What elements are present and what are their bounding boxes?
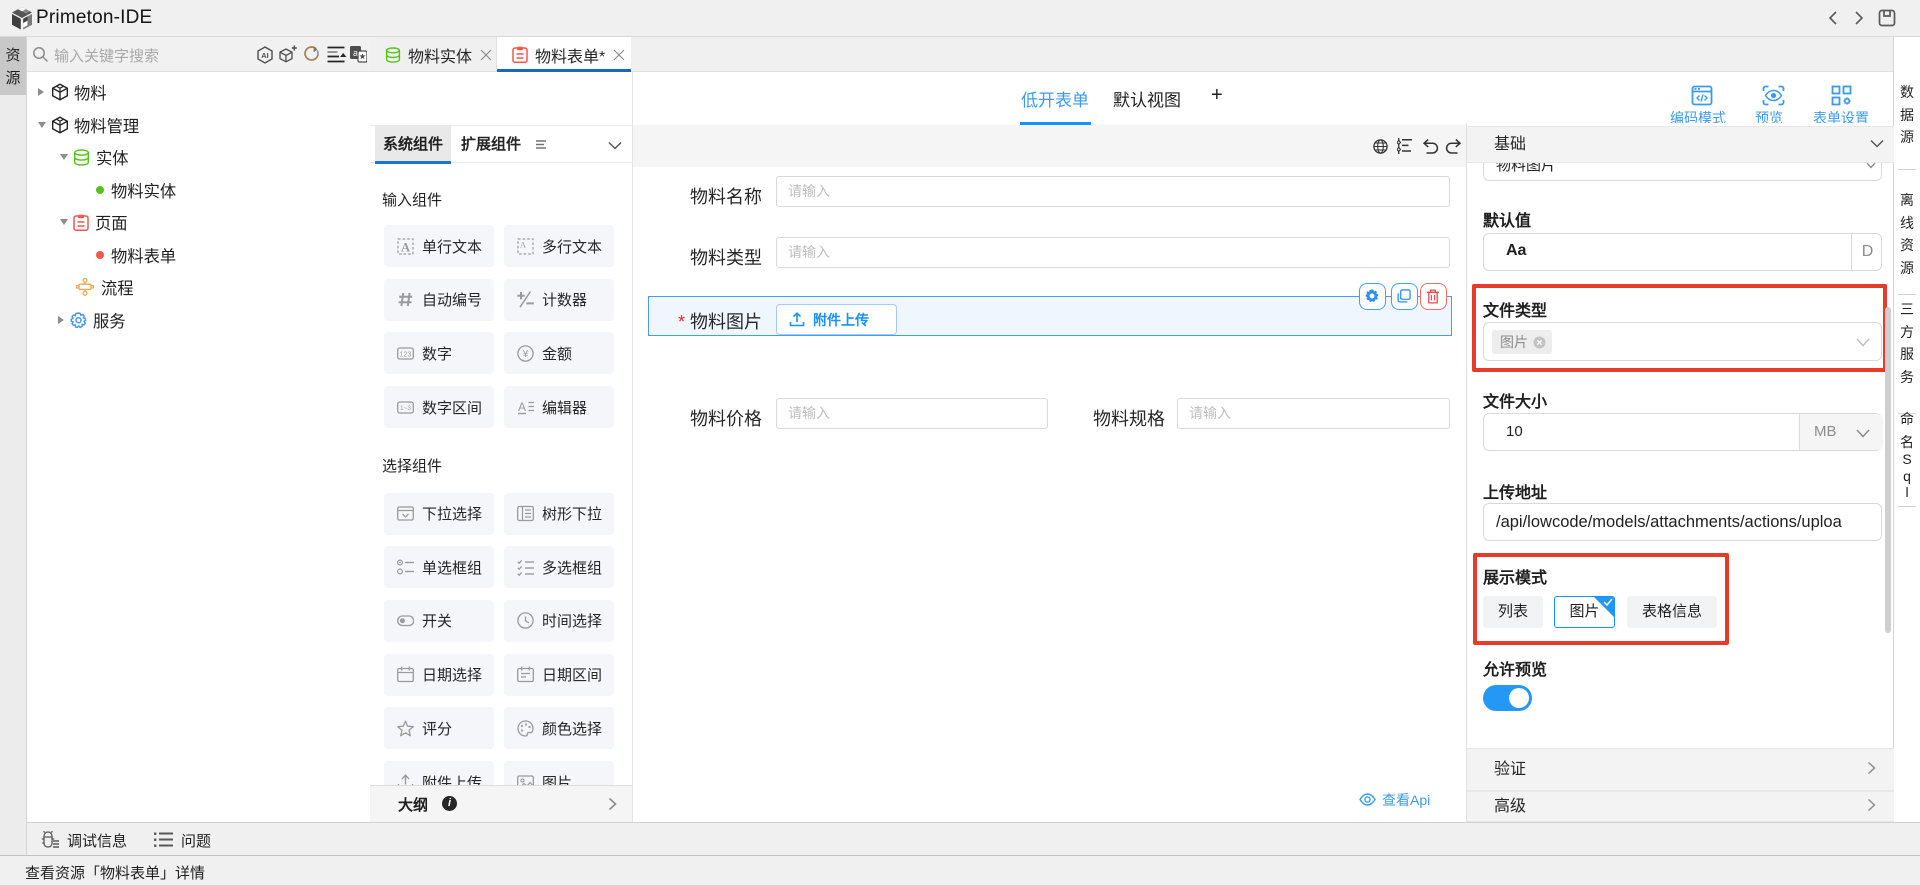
svg-text:A: A xyxy=(520,239,527,249)
svg-text:a: a xyxy=(353,48,358,58)
svg-text:A: A xyxy=(401,240,410,254)
svg-text:123: 123 xyxy=(400,351,412,358)
svg-text:1~3: 1~3 xyxy=(400,405,411,412)
svg-text:AI: AI xyxy=(261,51,269,60)
svg-text:A: A xyxy=(518,400,526,414)
svg-text:¥: ¥ xyxy=(522,349,529,360)
